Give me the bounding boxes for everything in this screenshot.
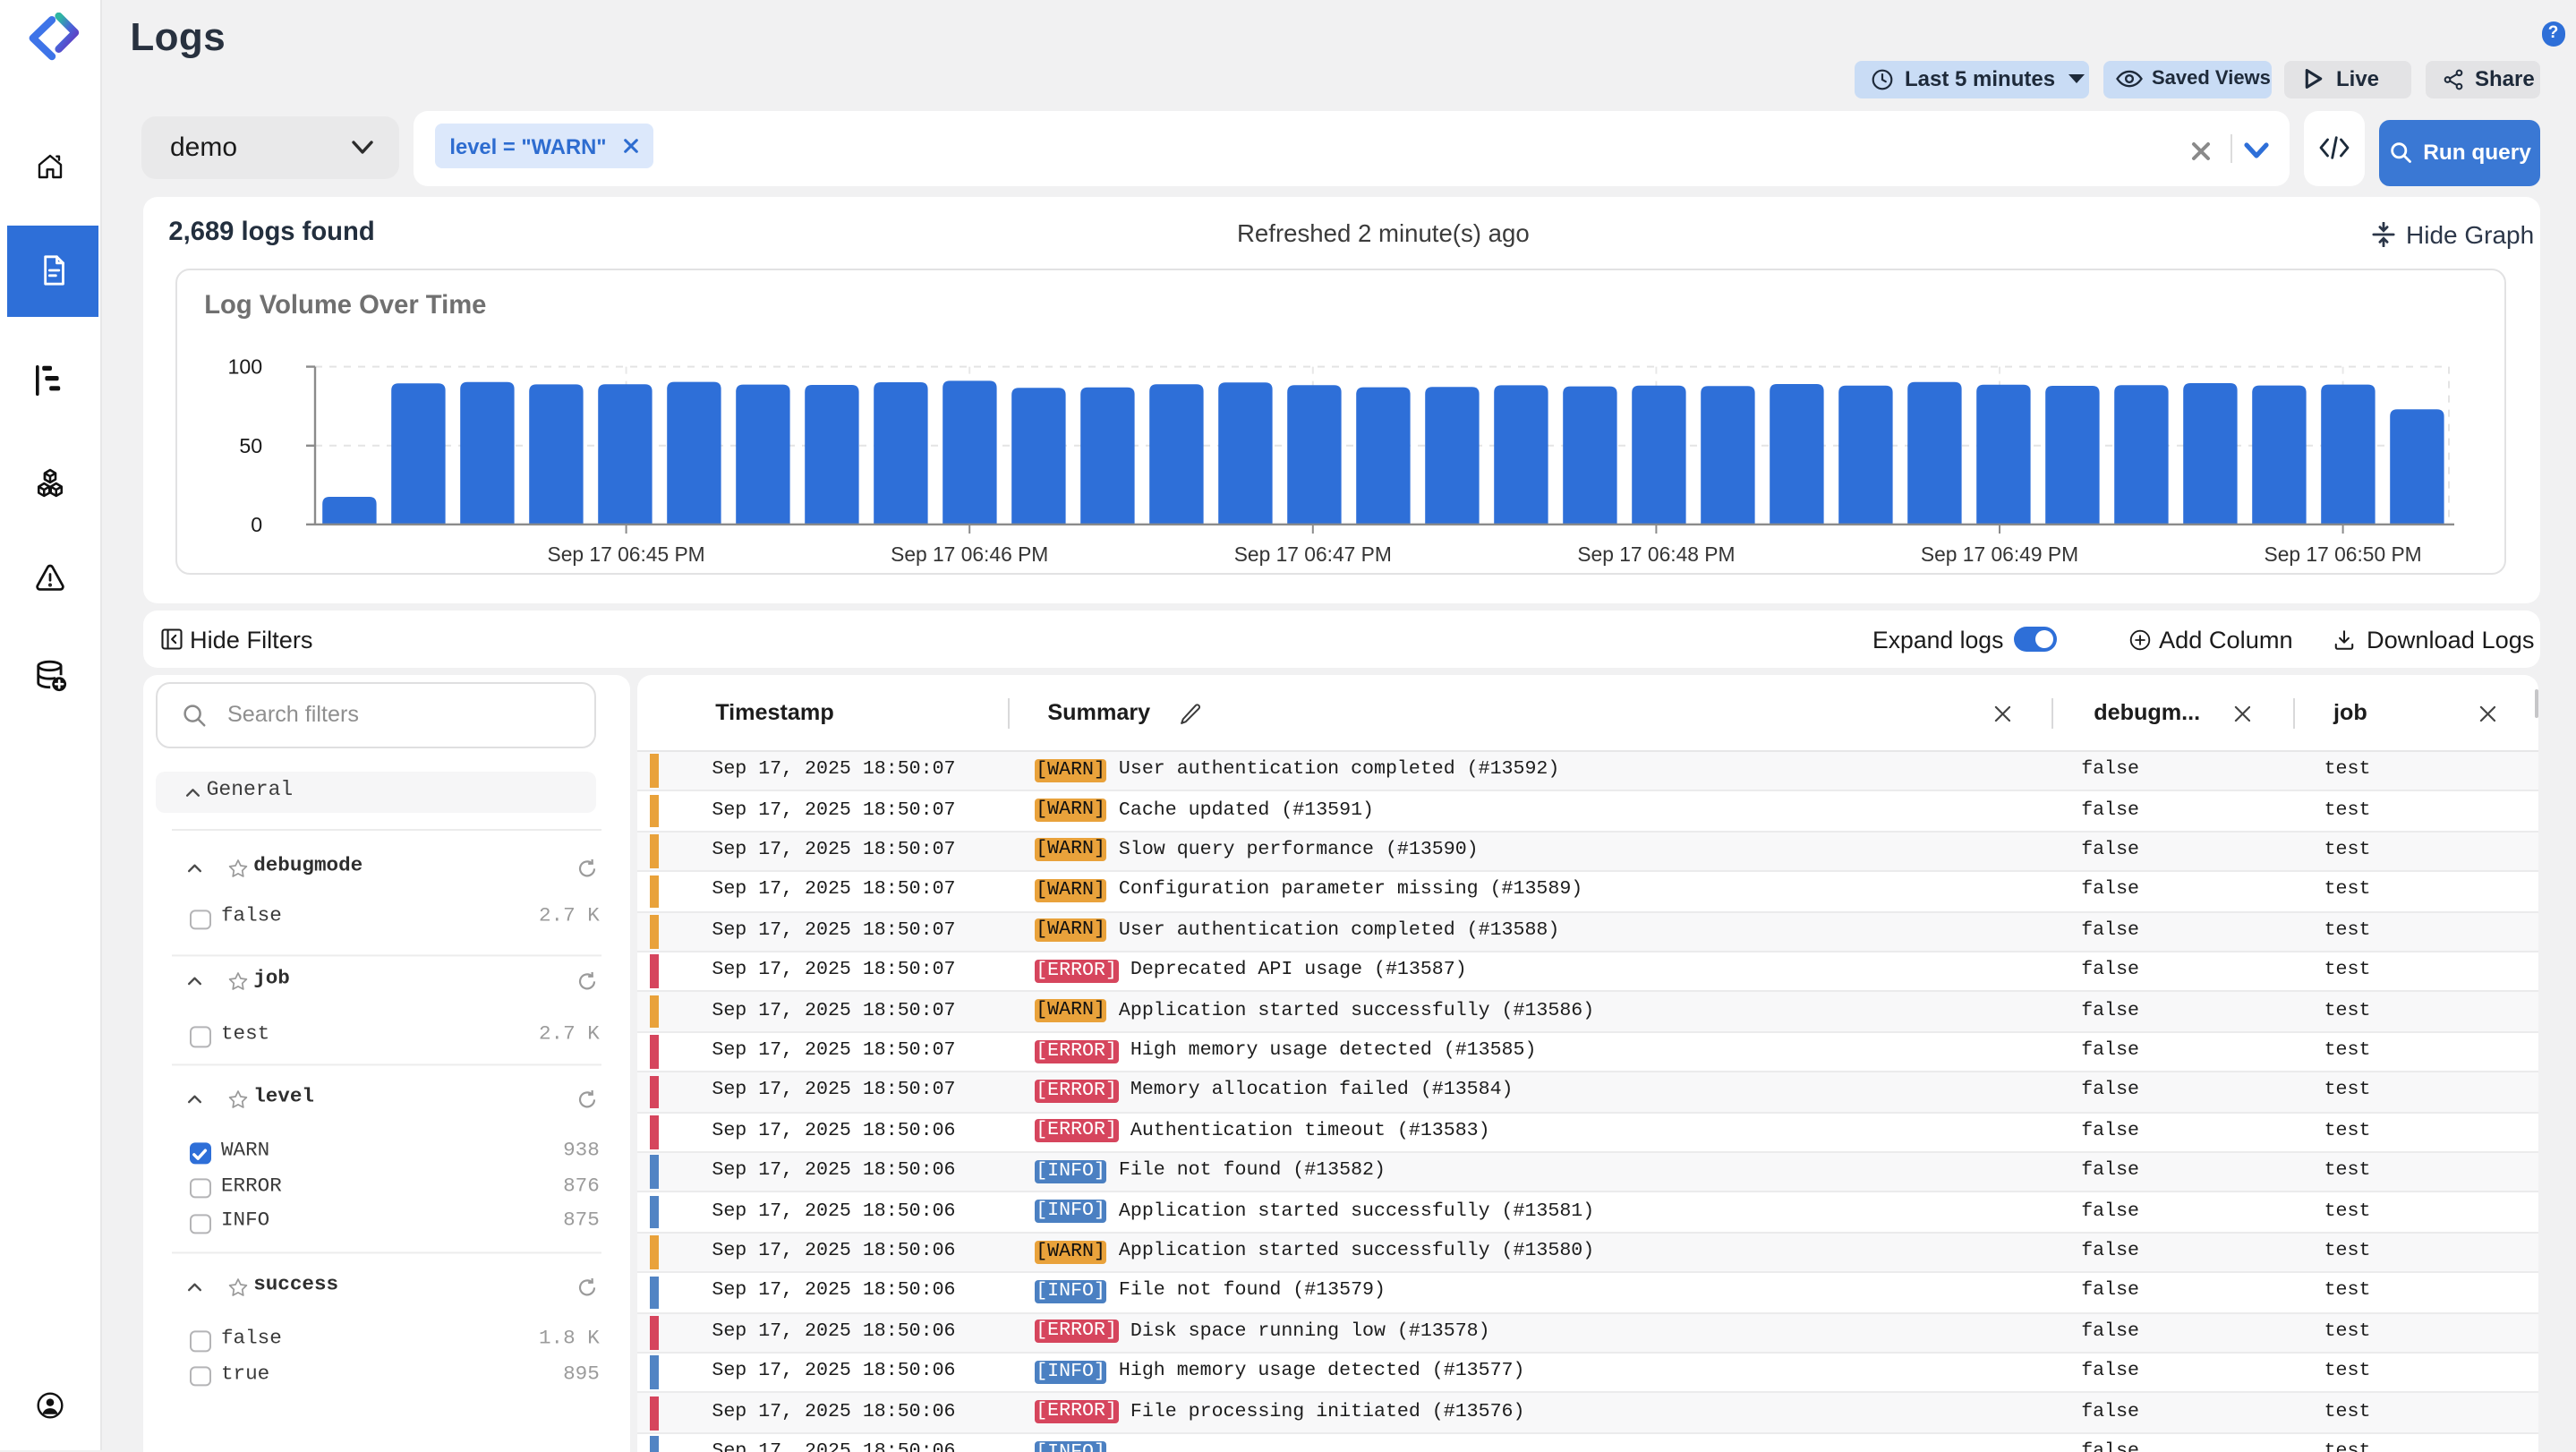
svg-text:Sep 17 06:46 PM: Sep 17 06:46 PM (890, 543, 1047, 567)
svg-text:Sep 17 06:47 PM: Sep 17 06:47 PM (1233, 543, 1391, 567)
svg-text:Sep 17 06:49 PM: Sep 17 06:49 PM (1920, 543, 2077, 567)
svg-text:Sep 17 06:48 PM: Sep 17 06:48 PM (1577, 543, 1735, 567)
svg-text:Sep 17 06:50 PM: Sep 17 06:50 PM (2264, 543, 2421, 567)
